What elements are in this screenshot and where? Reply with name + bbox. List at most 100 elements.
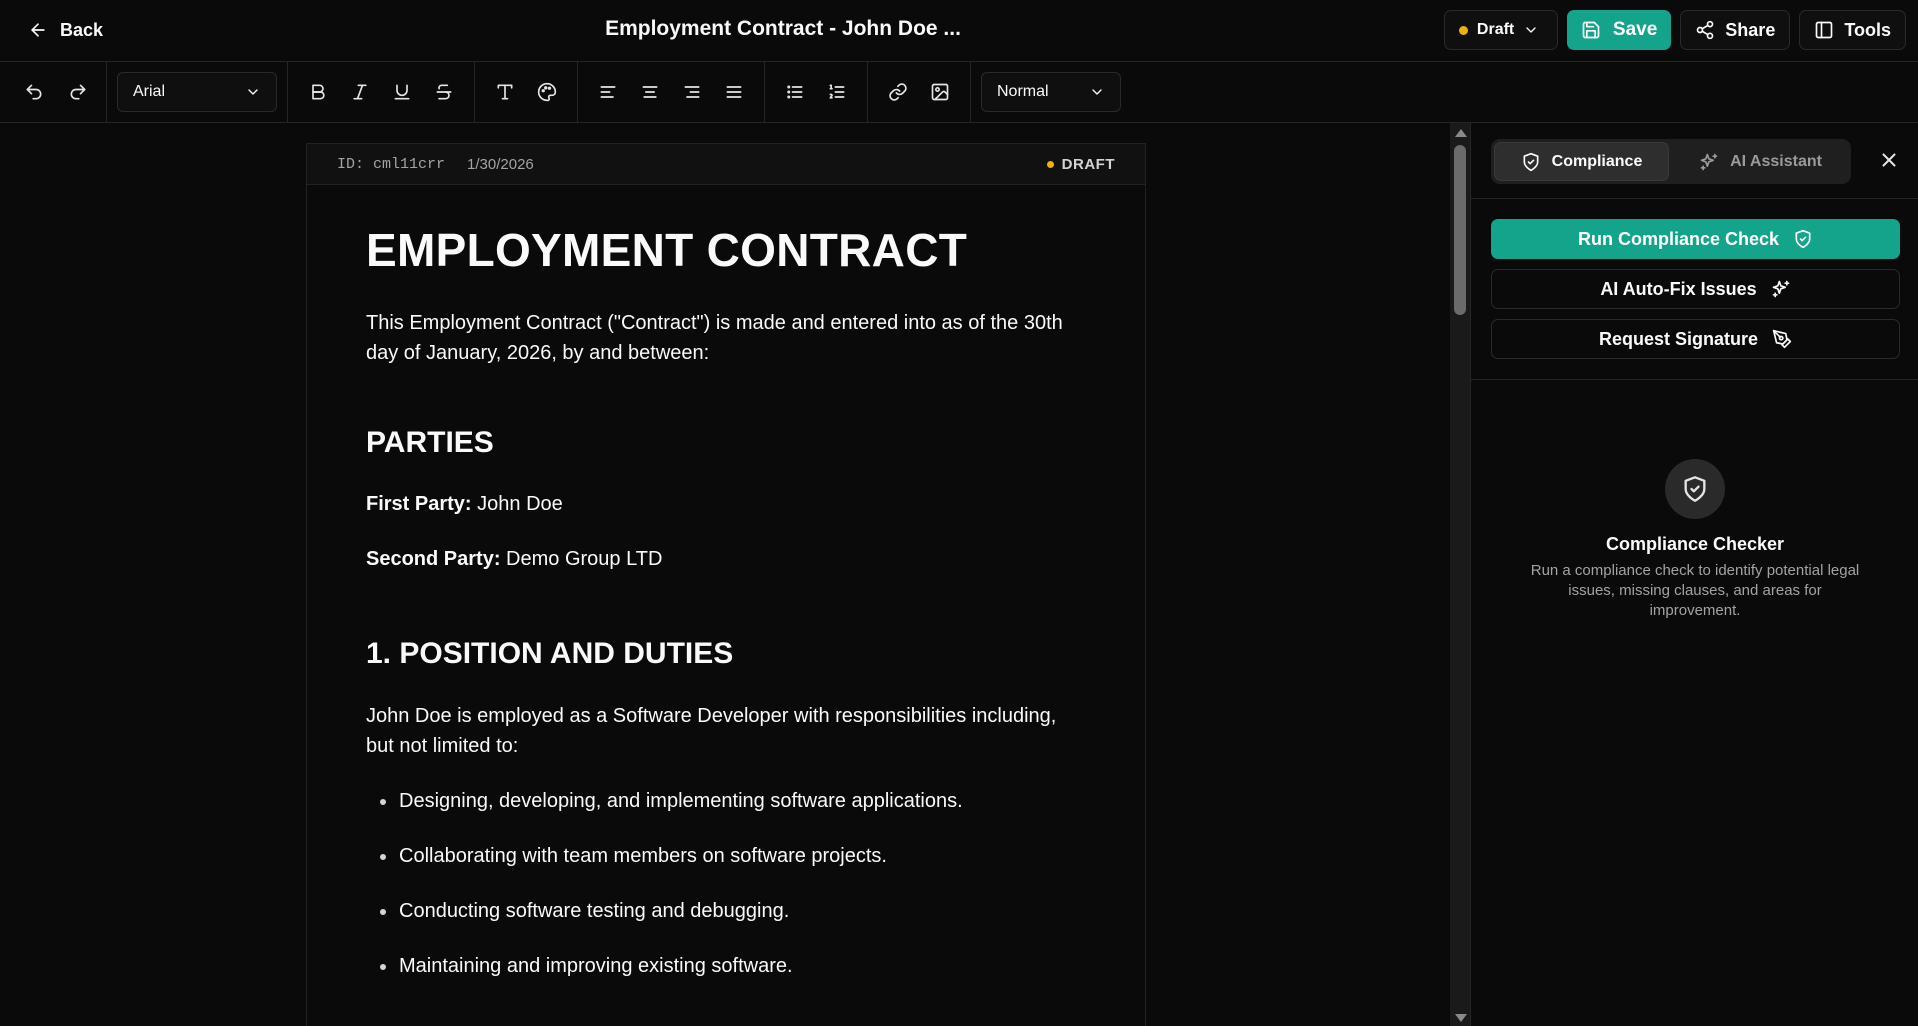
parties-heading: PARTIES: [366, 426, 494, 459]
align-center-button[interactable]: [632, 74, 668, 110]
empty-state-description: Run a compliance check to identify poten…: [1530, 562, 1860, 619]
second-party-label: Second Party:: [366, 548, 501, 570]
status-dropdown[interactable]: Draft: [1443, 10, 1558, 50]
formatting-toolbar: Arial Normal: [0, 61, 1918, 123]
first-party-line: First Party: John Doe: [366, 489, 1086, 519]
save-label: Save: [1612, 19, 1658, 40]
back-button[interactable]: Back: [22, 13, 109, 47]
arrow-left-icon: [28, 20, 48, 40]
document-title: Employment Contract - John Doe ...: [605, 17, 961, 40]
numbered-list-button[interactable]: [819, 74, 855, 110]
align-left-icon: [598, 82, 618, 102]
redo-button[interactable]: [60, 74, 96, 110]
first-party-value: John Doe: [471, 493, 563, 515]
section-heading: 1. POSITION AND DUTIES: [366, 637, 734, 670]
share-button[interactable]: Share: [1680, 10, 1791, 50]
block-style-group: Normal: [971, 62, 1131, 123]
chevron-down-icon: [1089, 84, 1105, 100]
text-color-button[interactable]: [529, 74, 565, 110]
empty-state-badge: [1665, 459, 1725, 519]
tools-button[interactable]: Tools: [1799, 10, 1906, 50]
align-justify-icon: [724, 82, 744, 102]
font-family-select[interactable]: Arial: [117, 72, 277, 112]
document-id: ID: cml11crr: [337, 155, 446, 173]
undo-button[interactable]: [16, 74, 52, 110]
bullet-list-button[interactable]: [777, 74, 813, 110]
save-button[interactable]: Save: [1566, 10, 1672, 50]
status-badge: DRAFT: [1046, 155, 1115, 173]
redo-icon: [68, 82, 88, 102]
save-icon: [1581, 20, 1601, 40]
scroll-down-arrow[interactable]: [1455, 1014, 1467, 1022]
second-party-line: Second Party: Demo Group LTD: [366, 544, 1086, 574]
editor-scrollbar[interactable]: [1450, 123, 1470, 1026]
top-bar: Back Employment Contract - John Doe ... …: [0, 0, 1918, 62]
underline-button[interactable]: [384, 74, 420, 110]
chevron-down-icon: [245, 84, 261, 100]
document-content[interactable]: EMPLOYMENT CONTRACT This Employment Cont…: [307, 224, 1145, 981]
color-group: [475, 61, 578, 123]
text-style-group: [288, 61, 475, 123]
image-button[interactable]: [922, 74, 958, 110]
italic-button[interactable]: [342, 74, 378, 110]
document-meta-bar: ID: cml11crr 1/30/2026 DRAFT: [307, 144, 1145, 185]
bold-button[interactable]: [300, 74, 336, 110]
bold-icon: [308, 82, 328, 102]
image-icon: [930, 82, 950, 102]
tab-compliance[interactable]: Compliance: [1494, 142, 1669, 181]
text-type-button[interactable]: [487, 74, 523, 110]
align-left-button[interactable]: [590, 74, 626, 110]
text-type-icon: [495, 82, 515, 102]
top-actions: Draft Save Share Tools: [1443, 10, 1906, 50]
intro-paragraph: This Employment Contract ("Contract") is…: [366, 312, 1063, 364]
share-icon: [1695, 20, 1715, 40]
list-item: Maintaining and improving existing softw…: [366, 951, 1086, 981]
section-paragraph: John Doe is employed as a Software Devel…: [366, 705, 1057, 757]
link-button[interactable]: [880, 74, 916, 110]
shield-check-icon: [1793, 229, 1813, 249]
status-badge-label: DRAFT: [1061, 155, 1115, 173]
scrollbar-thumb[interactable]: [1454, 145, 1466, 315]
shield-check-icon: [1521, 152, 1541, 172]
list-item: Conducting software testing and debuggin…: [366, 896, 1086, 926]
document-page[interactable]: ID: cml11crr 1/30/2026 DRAFT EMPLOYMENT …: [306, 143, 1146, 1026]
duties-list: Designing, developing, and implementing …: [366, 786, 1086, 981]
scroll-up-arrow[interactable]: [1455, 129, 1467, 137]
run-compliance-check-button[interactable]: Run Compliance Check: [1491, 219, 1900, 259]
status-dot: [1046, 160, 1054, 168]
close-icon: [1878, 149, 1900, 171]
empty-state-title: Compliance Checker: [1605, 534, 1785, 554]
tab-ai-assistant-label: AI Assistant: [1730, 152, 1822, 170]
block-style-select[interactable]: Normal: [981, 72, 1121, 112]
align-justify-button[interactable]: [716, 74, 752, 110]
close-panel-button[interactable]: [1878, 149, 1900, 171]
sparkles-icon: [1699, 152, 1719, 172]
tab-ai-assistant[interactable]: AI Assistant: [1673, 142, 1848, 181]
align-center-icon: [640, 82, 660, 102]
bullet-list-icon: [785, 82, 805, 102]
strikethrough-button[interactable]: [426, 74, 462, 110]
second-party-value: Demo Group LTD: [500, 548, 663, 570]
share-label: Share: [1725, 19, 1776, 40]
list-item: Collaborating with team members on softw…: [366, 841, 1086, 871]
list-group: [765, 61, 868, 123]
status-dot: [1458, 25, 1468, 35]
first-party-label: First Party:: [366, 493, 472, 515]
back-label: Back: [60, 19, 104, 40]
align-right-button[interactable]: [674, 74, 710, 110]
italic-icon: [350, 82, 370, 102]
request-signature-label: Request Signature: [1598, 328, 1759, 349]
request-signature-button[interactable]: Request Signature: [1491, 319, 1900, 359]
link-icon: [888, 82, 908, 102]
panel-icon: [1814, 20, 1834, 40]
ai-auto-fix-button[interactable]: AI Auto-Fix Issues: [1491, 269, 1900, 309]
palette-icon: [537, 82, 557, 102]
panel-actions: Run Compliance Check AI Auto-Fix Issues …: [1471, 199, 1918, 380]
alignment-group: [578, 61, 765, 123]
undo-icon: [24, 82, 44, 102]
shield-check-icon: [1681, 475, 1709, 503]
list-item: Designing, developing, and implementing …: [366, 786, 1086, 816]
block-style-value: Normal: [997, 83, 1049, 100]
chevron-down-icon: [1523, 22, 1539, 38]
document-date: 1/30/2026: [467, 155, 534, 173]
